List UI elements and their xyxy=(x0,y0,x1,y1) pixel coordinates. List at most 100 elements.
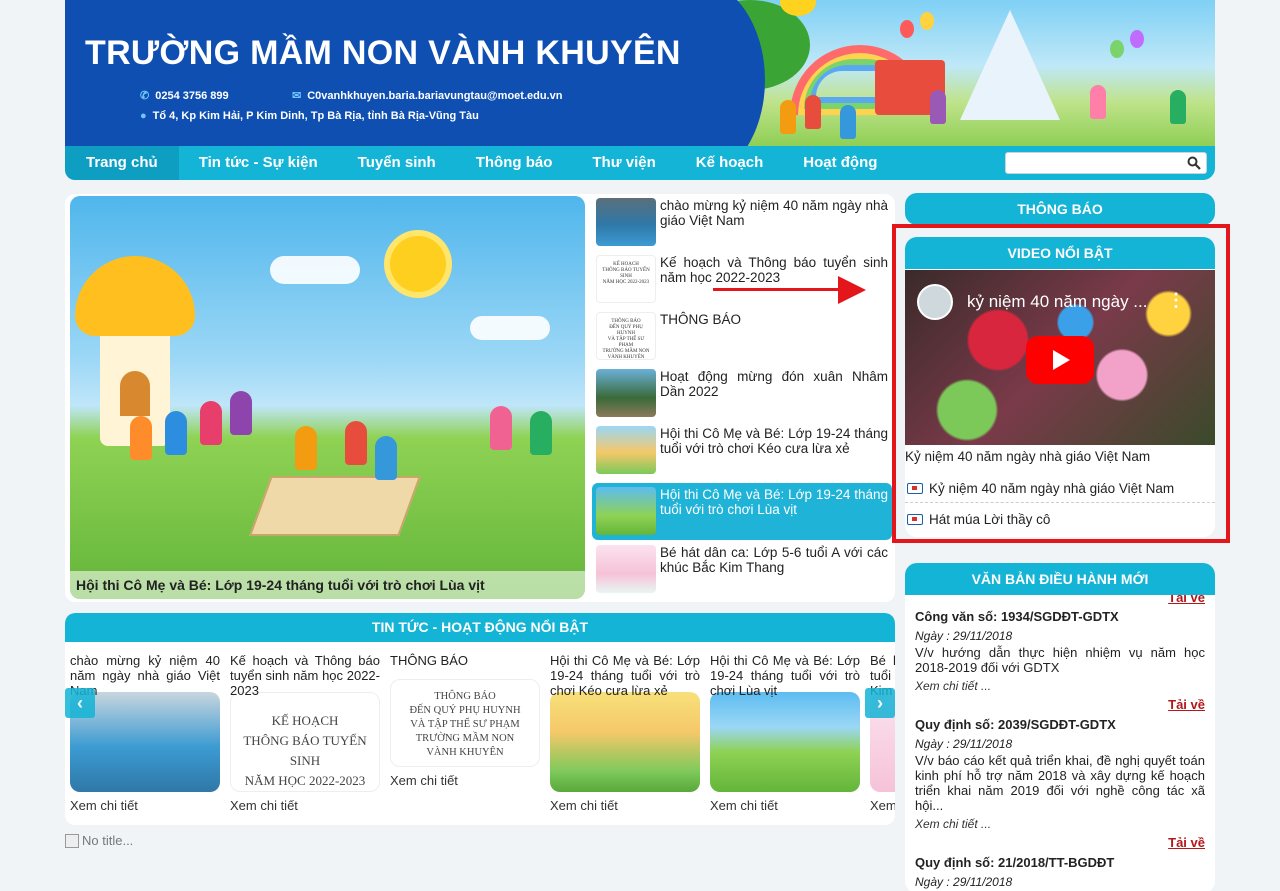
news-item[interactable]: Hoạt động mừng đón xuân Nhâm Dần 2022 xyxy=(592,365,892,422)
nav-item-library[interactable]: Thư viện xyxy=(572,146,675,180)
featured-card[interactable]: Kế hoạch và Thông báo tuyển sinh năm học… xyxy=(230,653,380,813)
news-thumbnail xyxy=(596,426,656,474)
sun-illustration xyxy=(390,236,446,292)
thumb-text: VÀNH KHUYÊN xyxy=(607,355,645,360)
card-image[interactable] xyxy=(710,692,860,792)
annotation-arrow-head-icon xyxy=(838,276,866,304)
site-header: TRƯỜNG MẦM NON VÀNH KHUYÊN ✆ 0254 3756 8… xyxy=(65,0,1215,146)
news-thumbnail xyxy=(596,369,656,417)
featured-card[interactable]: THÔNG BÁO THÔNG BÁO ĐẾN QUÝ PHỤ HUYNH VÀ… xyxy=(390,653,540,788)
child-figure xyxy=(805,95,821,129)
main-nav: Trang chủ Tin tức - Sự kiện Tuyển sinh T… xyxy=(65,146,1215,180)
highlight-annotation-box xyxy=(892,224,1230,543)
thumb-text: VÀNH KHUYÊN xyxy=(426,747,504,758)
child-figure xyxy=(1170,90,1186,124)
card-more-link[interactable]: Xem chi tiết xyxy=(870,798,895,813)
child-figure xyxy=(780,100,796,134)
child-figure xyxy=(530,411,552,455)
hero-section: Hội thi Cô Mẹ và Bé: Lớp 19-24 tháng tuổ… xyxy=(65,194,895,602)
email-contact[interactable]: ✉ C0vanhkhuyen.baria.bariavungtau@moet.e… xyxy=(292,89,562,103)
tent-illustration xyxy=(960,10,1060,120)
broken-image-alt-text: No title... xyxy=(82,833,134,848)
nav-item-news-events[interactable]: Tin tức - Sự kiện xyxy=(179,146,338,180)
child-figure xyxy=(130,416,152,460)
phone-number: 0254 3756 899 xyxy=(155,89,229,102)
news-item-active[interactable]: Hội thi Cô Mẹ và Bé: Lớp 19-24 tháng tuổ… xyxy=(592,483,892,540)
balloon-icon xyxy=(1110,40,1124,58)
nav-item-activities[interactable]: Hoạt động xyxy=(783,146,897,180)
featured-card[interactable]: chào mừng kỷ niệm 40 năm ngày nhà giáo V… xyxy=(70,653,220,813)
mushroom-door xyxy=(120,371,150,416)
card-more-link[interactable]: Xem chi tiết xyxy=(710,798,860,813)
news-item[interactable]: chào mừng kỷ niệm 40 năm ngày nhà giáo V… xyxy=(592,194,892,251)
carousel-next-arrow-icon[interactable]: › xyxy=(865,688,895,718)
download-link[interactable]: Tải về xyxy=(1168,697,1205,712)
mushroom-cap xyxy=(75,256,195,336)
news-title[interactable]: Hội thi Cô Mẹ và Bé: Lớp 19-24 tháng tuổ… xyxy=(660,426,888,475)
search-box xyxy=(1005,152,1207,174)
featured-card[interactable]: Hội thi Cô Mẹ và Bé: Lớp 19-24 tháng tuổ… xyxy=(710,653,860,813)
document-more-link[interactable]: Xem chi tiết ... xyxy=(915,817,1205,831)
thumb-text: NĂM HỌC 2022-2023 xyxy=(244,773,366,788)
email-address[interactable]: C0vanhkhuyen.baria.bariavungtau@moet.edu… xyxy=(307,90,562,102)
card-image[interactable]: KẾ HOẠCH THÔNG BÁO TUYỂN SINH NĂM HỌC 20… xyxy=(230,692,380,792)
featured-card[interactable]: Hội thi Cô Mẹ và Bé: Lớp 19-24 tháng tuổ… xyxy=(550,653,700,813)
phone-icon: ✆ xyxy=(140,90,150,102)
thumb-text: THÔNG BÁO TUYỂN SINH xyxy=(602,268,650,279)
news-title[interactable]: Bé hát dân ca: Lớp 5-6 tuổi A với các kh… xyxy=(660,545,888,594)
news-title[interactable]: Hoạt động mừng đón xuân Nhâm Dần 2022 xyxy=(660,369,888,418)
thumb-text: ĐẾN QUÝ PHỤ HUYNH xyxy=(609,325,643,336)
address-contact: ● Tổ 4, Kp Kim Hải, P Kim Dinh, Tp Bà Rị… xyxy=(140,110,479,122)
thumb-text: NĂM HỌC 2022-2023 xyxy=(602,280,650,285)
document-more-link[interactable]: Xem chi tiết ... xyxy=(915,679,1205,693)
child-figure xyxy=(230,391,252,435)
card-more-link[interactable]: Xem chi tiết xyxy=(70,798,220,813)
carousel-prev-arrow-icon[interactable]: ‹ xyxy=(65,688,95,718)
featured-card[interactable]: Bé hát dân ca: Lớp 5-6 tuổi A với các kh… xyxy=(870,653,895,813)
nav-item-announcements[interactable]: Thông báo xyxy=(456,146,573,180)
document-date: Ngày : 29/11/2018 xyxy=(915,737,1013,751)
document-item: Công văn số: 1934/SGDĐT-GDTX Ngày : 29/1… xyxy=(915,609,1205,693)
download-link[interactable]: Tải về xyxy=(1168,835,1205,850)
thumb-text: VÀ TẬP THỂ SƯ PHẠM xyxy=(410,719,520,730)
phone-contact: ✆ 0254 3756 899 xyxy=(140,89,229,103)
balloon-icon xyxy=(920,12,934,30)
card-more-link[interactable]: Xem chi tiết xyxy=(390,773,540,788)
news-item[interactable]: THÔNG BÁO ĐẾN QUÝ PHỤ HUYNH VÀ TẬP THỂ S… xyxy=(592,308,892,365)
news-title[interactable]: THÔNG BÁO xyxy=(660,312,741,361)
child-figure xyxy=(490,406,512,450)
news-thumbnail xyxy=(596,487,656,535)
cloud-illustration xyxy=(470,316,550,340)
location-pin-icon: ● xyxy=(140,110,147,122)
annotation-arrow-line xyxy=(713,288,841,291)
announcements-heading[interactable]: THÔNG BÁO xyxy=(905,193,1215,225)
document-item: Quy định số: 21/2018/TT-BGDĐT Ngày : 29/… xyxy=(915,855,1205,889)
news-title[interactable]: Hội thi Cô Mẹ và Bé: Lớp 19-24 tháng tuổ… xyxy=(660,487,888,536)
news-item[interactable]: Bé hát dân ca: Lớp 5-6 tuổi A với các kh… xyxy=(592,541,892,598)
thumb-text: ĐẾN QUÝ PHỤ HUYNH xyxy=(409,705,521,716)
balloon-icon xyxy=(1130,30,1144,48)
featured-slide[interactable]: Hội thi Cô Mẹ và Bé: Lớp 19-24 tháng tuổ… xyxy=(70,196,585,599)
document-title[interactable]: Công văn số: 1934/SGDĐT-GDTX xyxy=(915,609,1205,624)
document-title[interactable]: Quy định số: 2039/SGDĐT-GDTX xyxy=(915,717,1205,732)
nav-item-plans[interactable]: Kế hoạch xyxy=(676,146,784,180)
card-image[interactable] xyxy=(550,692,700,792)
slide-caption[interactable]: Hội thi Cô Mẹ và Bé: Lớp 19-24 tháng tuổ… xyxy=(70,571,585,599)
nav-item-home[interactable]: Trang chủ xyxy=(65,146,179,180)
child-figure xyxy=(840,105,856,139)
mail-icon: ✉ xyxy=(292,90,302,102)
child-figure xyxy=(165,411,187,455)
news-item[interactable]: Hội thi Cô Mẹ và Bé: Lớp 19-24 tháng tuổ… xyxy=(592,422,892,479)
news-title[interactable]: chào mừng kỷ niệm 40 năm ngày nhà giáo V… xyxy=(660,198,888,247)
nav-item-admissions[interactable]: Tuyển sinh xyxy=(338,146,456,180)
document-title[interactable]: Quy định số: 21/2018/TT-BGDĐT xyxy=(915,855,1205,870)
thumb-text: THÔNG BÁO xyxy=(434,691,496,702)
card-title[interactable]: THÔNG BÁO xyxy=(390,653,540,681)
search-input[interactable] xyxy=(1006,153,1181,173)
broken-image-icon xyxy=(65,833,79,848)
card-image[interactable]: THÔNG BÁO ĐẾN QUÝ PHỤ HUYNH VÀ TẬP THỂ S… xyxy=(390,679,540,767)
search-icon[interactable] xyxy=(1187,156,1201,170)
card-more-link[interactable]: Xem chi tiết xyxy=(230,798,380,813)
new-documents-panel: Tải về Công văn số: 1934/SGDĐT-GDTX Ngày… xyxy=(905,563,1215,891)
card-more-link[interactable]: Xem chi tiết xyxy=(550,798,700,813)
